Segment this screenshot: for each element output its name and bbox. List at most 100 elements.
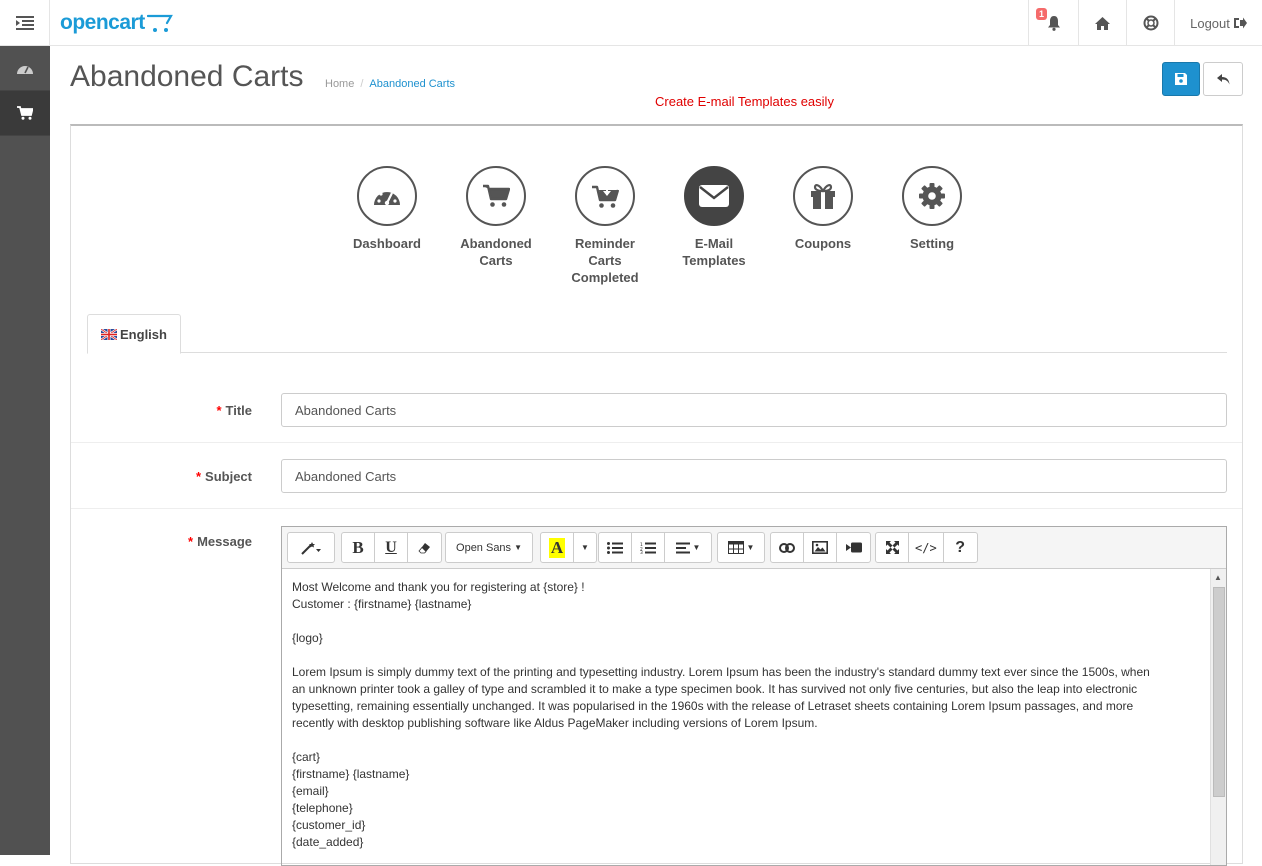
title-row: * Title Abandoned Carts xyxy=(71,377,1242,443)
editor-line: Customer : {firstname} {lastname} xyxy=(292,597,472,611)
table-group: ▼ xyxy=(717,532,765,563)
menu-toggle-icon xyxy=(15,16,34,30)
bold-icon: B xyxy=(352,537,364,557)
underline-button[interactable]: U xyxy=(375,533,408,562)
nav-coupons[interactable]: Coupons xyxy=(783,166,863,252)
editor-line: {firstname} {lastname} xyxy=(292,767,410,781)
scroll-up-arrow[interactable]: ▲ xyxy=(1214,573,1222,582)
text-color-button[interactable]: A xyxy=(541,533,574,562)
editor-toolbar: B U Open Sans ▼ A ▼ 1 2 3 ▼ ▼ </> ? xyxy=(282,527,1226,569)
scroll-thumb[interactable] xyxy=(1213,587,1225,797)
home-icon xyxy=(1095,16,1110,30)
logo-text: opencart xyxy=(60,11,145,34)
editor-line: recently with desktop publishing softwar… xyxy=(292,716,818,730)
nav-email-templates[interactable]: E-Mail Templates xyxy=(674,166,754,269)
sidebar-item-dashboard[interactable] xyxy=(0,46,50,91)
editor-content[interactable]: Most Welcome and thank you for registeri… xyxy=(282,569,1210,865)
editor-line: Most Welcome and thank you for registeri… xyxy=(292,580,585,594)
save-icon xyxy=(1175,73,1187,85)
sign-out-icon xyxy=(1233,17,1247,29)
nav-abandoned-carts-circle xyxy=(466,166,526,226)
nav-dashboard-circle xyxy=(357,166,417,226)
caret-down-icon: ▼ xyxy=(514,543,522,552)
editor-line: {date_added} xyxy=(292,835,364,849)
nav-reminder-carts-completed[interactable]: Reminder Carts Completed xyxy=(565,166,645,286)
logout-label: Logout xyxy=(1190,15,1230,31)
nav-coupons-label: Coupons xyxy=(794,236,852,251)
nav-abandoned-carts-label: Abandoned Carts xyxy=(460,236,532,268)
life-ring-icon xyxy=(1143,15,1158,31)
page-title: Abandoned Carts xyxy=(70,60,304,93)
code-icon: </> xyxy=(915,540,937,555)
font-family-group: Open Sans ▼ xyxy=(445,532,533,563)
message-label: * Message xyxy=(188,534,252,549)
subject-label: * Subject xyxy=(195,469,252,484)
cart-icon xyxy=(17,106,33,120)
editor-line xyxy=(292,613,1200,630)
table-dropdown-button[interactable]: ▼ xyxy=(718,533,764,562)
nav-setting[interactable]: Setting xyxy=(892,166,972,252)
editor-scrollbar[interactable]: ▲ xyxy=(1210,569,1226,865)
editor-line: Lorem Ipsum is simply dummy text of the … xyxy=(292,665,1150,679)
underline-icon: U xyxy=(385,538,397,556)
image-button[interactable] xyxy=(804,533,837,562)
picture-icon xyxy=(812,541,828,554)
logout-button[interactable]: Logout xyxy=(1174,0,1262,46)
sidebar-item-cart[interactable] xyxy=(0,91,50,136)
home-button[interactable] xyxy=(1078,0,1126,46)
video-button[interactable] xyxy=(837,533,870,562)
save-button[interactable] xyxy=(1162,62,1200,96)
top-header: opencart 1 Logout xyxy=(0,0,1262,46)
eraser-icon xyxy=(417,542,430,553)
unordered-list-button[interactable] xyxy=(599,533,632,562)
breadcrumb-current[interactable]: Abandoned Carts xyxy=(369,78,455,90)
clear-format-button[interactable] xyxy=(408,533,441,562)
align-left-icon xyxy=(675,542,690,553)
nav-email-templates-label: E-Mail Templates xyxy=(682,236,746,268)
breadcrumb: Home / Abandoned Carts xyxy=(325,78,456,90)
style-button[interactable] xyxy=(288,533,334,562)
expand-icon xyxy=(885,541,899,554)
ordered-list-button[interactable]: 1 2 3 xyxy=(632,533,665,562)
menu-toggle-button[interactable] xyxy=(0,0,50,46)
link-icon xyxy=(779,542,795,553)
help-button[interactable] xyxy=(1126,0,1174,46)
nav-reminder-carts-circle xyxy=(575,166,635,226)
editor-line xyxy=(292,647,1200,664)
editor-line: typesetting, remaining essentially uncha… xyxy=(292,699,1134,713)
nav-dashboard-label: Dashboard xyxy=(353,236,421,251)
help-editor-button[interactable]: ? xyxy=(944,533,977,562)
message-editor: B U Open Sans ▼ A ▼ 1 2 3 ▼ ▼ </> ? Most… xyxy=(281,526,1227,866)
magic-wand-icon xyxy=(301,541,321,555)
align-dropdown-button[interactable]: ▼ xyxy=(665,533,711,562)
tab-english-label: English xyxy=(120,326,167,342)
sidebar xyxy=(0,46,50,855)
view-group: </> ? xyxy=(875,532,978,563)
editor-line: {telephone} xyxy=(292,801,353,815)
notifications-button[interactable]: 1 xyxy=(1028,0,1078,46)
code-view-button[interactable]: </> xyxy=(909,533,944,562)
editor-line: {email} xyxy=(292,784,329,798)
paragraph-group: 1 2 3 ▼ xyxy=(598,532,712,563)
tab-english[interactable]: English xyxy=(87,314,181,354)
title-input[interactable]: Abandoned Carts xyxy=(281,393,1227,427)
highlight-a-icon: A xyxy=(548,537,566,558)
color-dropdown-button[interactable]: ▼ xyxy=(574,533,596,562)
opencart-logo[interactable]: opencart xyxy=(60,10,173,36)
editor-line: {cart} xyxy=(292,750,321,764)
bold-button[interactable]: B xyxy=(342,533,375,562)
link-button[interactable] xyxy=(771,533,804,562)
font-style-group: B U xyxy=(341,532,442,563)
back-button[interactable] xyxy=(1203,62,1243,96)
nav-setting-label: Setting xyxy=(909,236,955,251)
fullscreen-button[interactable] xyxy=(876,533,909,562)
subject-input[interactable]: Abandoned Carts xyxy=(281,459,1227,493)
cart-icon xyxy=(483,184,510,207)
breadcrumb-home[interactable]: Home xyxy=(325,78,354,90)
editor-line: an unknown printer took a galley of type… xyxy=(292,682,1138,696)
nav-abandoned-carts[interactable]: Abandoned Carts xyxy=(456,166,536,269)
video-icon xyxy=(845,542,862,553)
font-family-dropdown[interactable]: Open Sans ▼ xyxy=(446,533,532,562)
subject-row: * Subject Abandoned Carts xyxy=(71,443,1242,509)
nav-dashboard[interactable]: Dashboard xyxy=(347,166,427,252)
